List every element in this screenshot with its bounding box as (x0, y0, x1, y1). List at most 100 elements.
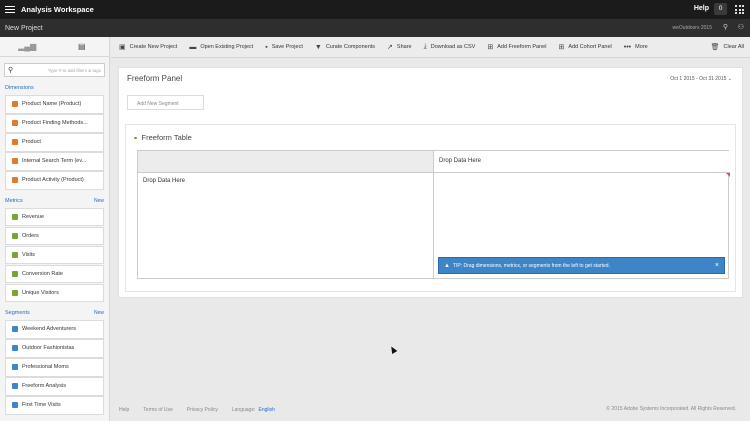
dimensions-list: Product Name (Product) Product Finding M… (5, 95, 104, 190)
button-label: Download as CSV (430, 44, 476, 50)
help-link[interactable]: Help (694, 5, 709, 12)
segment-item[interactable]: Outdoor Fashionistas (5, 339, 104, 358)
report-suite-selector[interactable]: weOutdoors 2015 (673, 25, 712, 31)
table-header-empty (138, 151, 434, 173)
dimension-item[interactable]: Product Activity (Product) (5, 171, 104, 190)
metric-item[interactable]: Orders (5, 226, 104, 245)
project-bar: New Project weOutdoors 2015 ⚲ ⚇ (0, 19, 750, 37)
privacy-link[interactable]: Privacy Policy (187, 407, 218, 413)
new-segment-link[interactable]: New (94, 310, 104, 316)
segment-label: First Time Visits (22, 402, 61, 409)
freeform-table-title[interactable]: Freeform Table (134, 133, 192, 142)
filter-icon: ▼ (314, 43, 322, 51)
terms-link[interactable]: Terms of Use (143, 407, 172, 413)
curate-components-button[interactable]: ▼ Curate Components (315, 44, 375, 51)
dimension-label: Product Name (Product) (22, 101, 82, 108)
metric-item[interactable]: Visits (5, 245, 104, 264)
date-range-selector[interactable]: Oct 1 2015 - Oct 31 2015 ⌄ (670, 76, 732, 82)
folder-icon: ▬ (189, 43, 197, 51)
dimension-item[interactable]: Internal Search Term (ev... (5, 152, 104, 171)
segment-item[interactable]: Professional Moms (5, 358, 104, 377)
metric-icon (12, 289, 18, 296)
more-icon: ••• (623, 43, 632, 51)
dimension-icon (12, 158, 18, 165)
save-icon: ▪ (265, 43, 268, 51)
dimensions-label[interactable]: Dimensions (5, 85, 34, 91)
dimension-icon (12, 139, 18, 146)
create-new-project-button[interactable]: ▣ Create New Project (119, 43, 177, 51)
search-icon: ⚲ (8, 67, 14, 74)
tip-banner: ▲ TIP: Drag dimensions, metrics, or segm… (438, 257, 725, 274)
close-icon[interactable]: × (715, 262, 719, 269)
notification-badge[interactable]: 0 (714, 3, 727, 15)
metric-item[interactable]: Conversion Rate (5, 264, 104, 283)
footer: Help Terms of Use Privacy Policy Languag… (111, 398, 750, 421)
dimension-item[interactable]: Product Name (Product) (5, 95, 104, 114)
segment-item[interactable]: Freeform Analysis (5, 377, 104, 396)
app-switcher-icon[interactable] (735, 5, 744, 14)
metric-label: Revenue (22, 213, 45, 220)
collapse-dot-icon[interactable] (134, 136, 137, 140)
segment-icon (12, 383, 18, 390)
components-tab-icon[interactable]: ▤ (55, 37, 110, 56)
metrics-list: Revenue Orders Visits Conversion Rate Un… (5, 207, 104, 302)
metric-icon (12, 213, 18, 220)
panel-title[interactable]: Freeform Panel (127, 74, 182, 83)
add-cohort-panel-button[interactable]: ⊞ Add Cohort Panel (558, 43, 611, 51)
download-icon: ⤓ (423, 43, 427, 50)
row-dropzone[interactable]: Drop Data Here (138, 173, 434, 279)
button-label: Create New Project (129, 44, 178, 50)
metric-item[interactable]: Revenue (5, 207, 104, 226)
search-icon[interactable]: ⚲ (723, 23, 728, 31)
project-toolbar: ▣ Create New Project ▬ Open Existing Proje… (111, 37, 750, 58)
segment-label: Freeform Analysis (22, 383, 67, 390)
dimension-item[interactable]: Product Finding Methods... (5, 114, 104, 133)
table-title-text: Freeform Table (141, 133, 192, 142)
components-sidebar: ▂▄▆ ▤ ⚲ Type # to add filters & tags Dim… (0, 37, 110, 421)
segment-item[interactable]: Weekend Adventurers (5, 320, 104, 339)
project-name[interactable]: New Project (5, 25, 43, 32)
column-dropzone[interactable]: Drop Data Here (434, 151, 730, 173)
download-csv-button[interactable]: ⤓ Download as CSV (424, 43, 476, 51)
metric-label: Orders (22, 232, 39, 239)
dimension-label: Product Finding Methods... (22, 120, 88, 127)
freeform-panel: Freeform Panel Oct 1 2015 - Oct 31 2015 … (118, 67, 743, 298)
language-selector[interactable]: English (259, 407, 275, 413)
button-label: Share (396, 44, 412, 50)
segment-icon (12, 345, 18, 352)
metric-item[interactable]: Unique Visitors (5, 283, 104, 302)
segment-label: Professional Moms (22, 364, 69, 371)
add-panel-icon: ⊞ (487, 44, 494, 51)
footer-help-link[interactable]: Help (119, 407, 129, 413)
freeform-table-container: Freeform Table Drop Data Here Drop Data … (125, 124, 736, 292)
user-icon[interactable]: ⚇ (738, 23, 744, 31)
share-button[interactable]: ↗ Share (387, 43, 412, 51)
dimension-item[interactable]: Product (5, 133, 104, 152)
component-search-input[interactable]: ⚲ Type # to add filters & tags (4, 63, 105, 77)
button-label: Add Freeform Panel (497, 44, 547, 50)
app-title: Analysis Workspace (21, 5, 94, 14)
segments-header: Segments New (5, 308, 104, 318)
add-segment-dropzone[interactable]: Add New Segment (127, 95, 204, 110)
hamburger-menu-icon[interactable] (5, 5, 15, 14)
metric-icon (12, 232, 18, 239)
dimension-label: Product Activity (Product) (22, 177, 84, 184)
metrics-label[interactable]: Metrics (5, 198, 23, 204)
clear-all-button[interactable]: 🗑 Clear All (711, 43, 744, 51)
open-existing-project-button[interactable]: ▬ Open Existing Project (189, 44, 253, 51)
more-button[interactable]: ••• More (624, 44, 648, 51)
save-project-button[interactable]: ▪ Save Project (265, 44, 303, 51)
button-label: Add Cohort Panel (568, 44, 612, 50)
segment-icon (12, 402, 18, 409)
add-freeform-panel-button[interactable]: ⊞ Add Freeform Panel (487, 43, 546, 51)
visualizations-tab-icon[interactable]: ▂▄▆ (0, 37, 55, 56)
warning-icon: ▲ (444, 262, 450, 269)
metric-label: Visits (22, 251, 36, 258)
new-metric-link[interactable]: New (94, 198, 104, 204)
segment-item[interactable]: First Time Visits (5, 396, 104, 415)
segment-icon (12, 364, 18, 371)
segments-label[interactable]: Segments (5, 310, 30, 316)
segments-list: Weekend Adventurers Outdoor Fashionistas… (5, 320, 104, 415)
trash-icon: 🗑 (710, 44, 720, 51)
button-label: More (635, 44, 648, 50)
